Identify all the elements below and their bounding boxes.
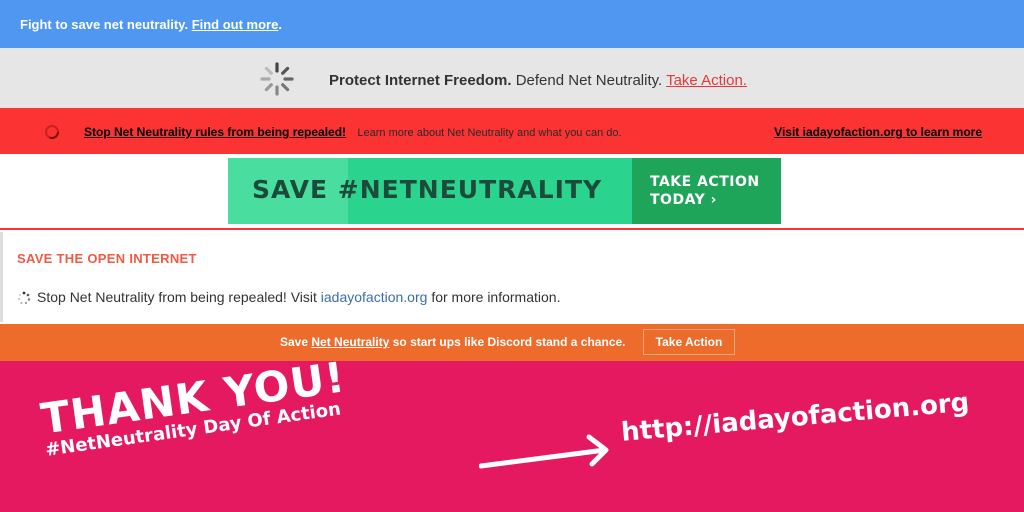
blue-banner-suffix: . xyxy=(278,17,282,32)
stop-repeal-link[interactable]: Stop Net Neutrality rules from being rep… xyxy=(84,125,346,139)
net-neutrality-link[interactable]: Net Neutrality xyxy=(311,335,389,349)
more-info-text: for more information. xyxy=(431,289,561,305)
take-action-today-button[interactable]: TAKE ACTION TODAY › xyxy=(632,158,781,224)
dotted-spinner-icon xyxy=(18,291,31,305)
take-action-link[interactable]: Take Action. xyxy=(666,72,747,89)
cta-line1: TAKE ACTION xyxy=(650,174,760,190)
blue-banner: Fight to save net neutrality. Find out m… xyxy=(0,0,1024,48)
discord-message: Save Net Neutrality so start ups like Di… xyxy=(280,335,626,349)
learn-more-text: Learn more about Net Neutrality and what… xyxy=(357,127,622,139)
protect-freedom-text: Protect Internet Freedom. xyxy=(329,72,512,89)
find-out-more-link[interactable]: Find out more xyxy=(192,17,279,32)
blue-banner-text: Fight to save net neutrality. xyxy=(20,17,189,32)
red-banner-message: Stop Net Neutrality rules from being rep… xyxy=(84,125,622,139)
startups-text: so start ups like Discord stand a chance… xyxy=(392,335,626,349)
gray-banner-message: Protect Internet Freedom. Defend Net Neu… xyxy=(329,72,747,89)
take-action-button[interactable]: Take Action xyxy=(643,329,735,355)
iadayofaction-link[interactable]: iadayofaction.org xyxy=(321,289,428,305)
save-text: Save xyxy=(280,335,309,349)
banner-left-panel: SAVE #NETNEUTRALITY xyxy=(228,158,632,224)
cta-line2-text: TODAY xyxy=(650,192,706,208)
cta-line2: TODAY › xyxy=(650,191,781,209)
save-net-neutrality-banner[interactable]: SAVE #NETNEUTRALITY TAKE ACTION TODAY › xyxy=(228,158,781,224)
loading-spinner-icon xyxy=(260,62,294,96)
arrow-right-icon xyxy=(479,434,609,469)
loading-circle-icon xyxy=(45,125,59,139)
open-internet-title: SAVE THE OPEN INTERNET xyxy=(17,251,197,266)
defend-text: Defend Net Neutrality. xyxy=(515,72,663,89)
box-left-border xyxy=(0,232,3,322)
open-internet-message: Stop Net Neutrality from being repealed!… xyxy=(37,289,560,305)
stop-repeal-text: Stop Net Neutrality from being repealed!… xyxy=(37,289,317,305)
open-internet-box xyxy=(0,228,1024,324)
visit-site-link[interactable]: Visit iadayofaction.org to learn more xyxy=(774,125,982,139)
chevron-right-icon: › xyxy=(710,192,717,208)
banner-label: SAVE #NETNEUTRALITY xyxy=(252,175,603,204)
